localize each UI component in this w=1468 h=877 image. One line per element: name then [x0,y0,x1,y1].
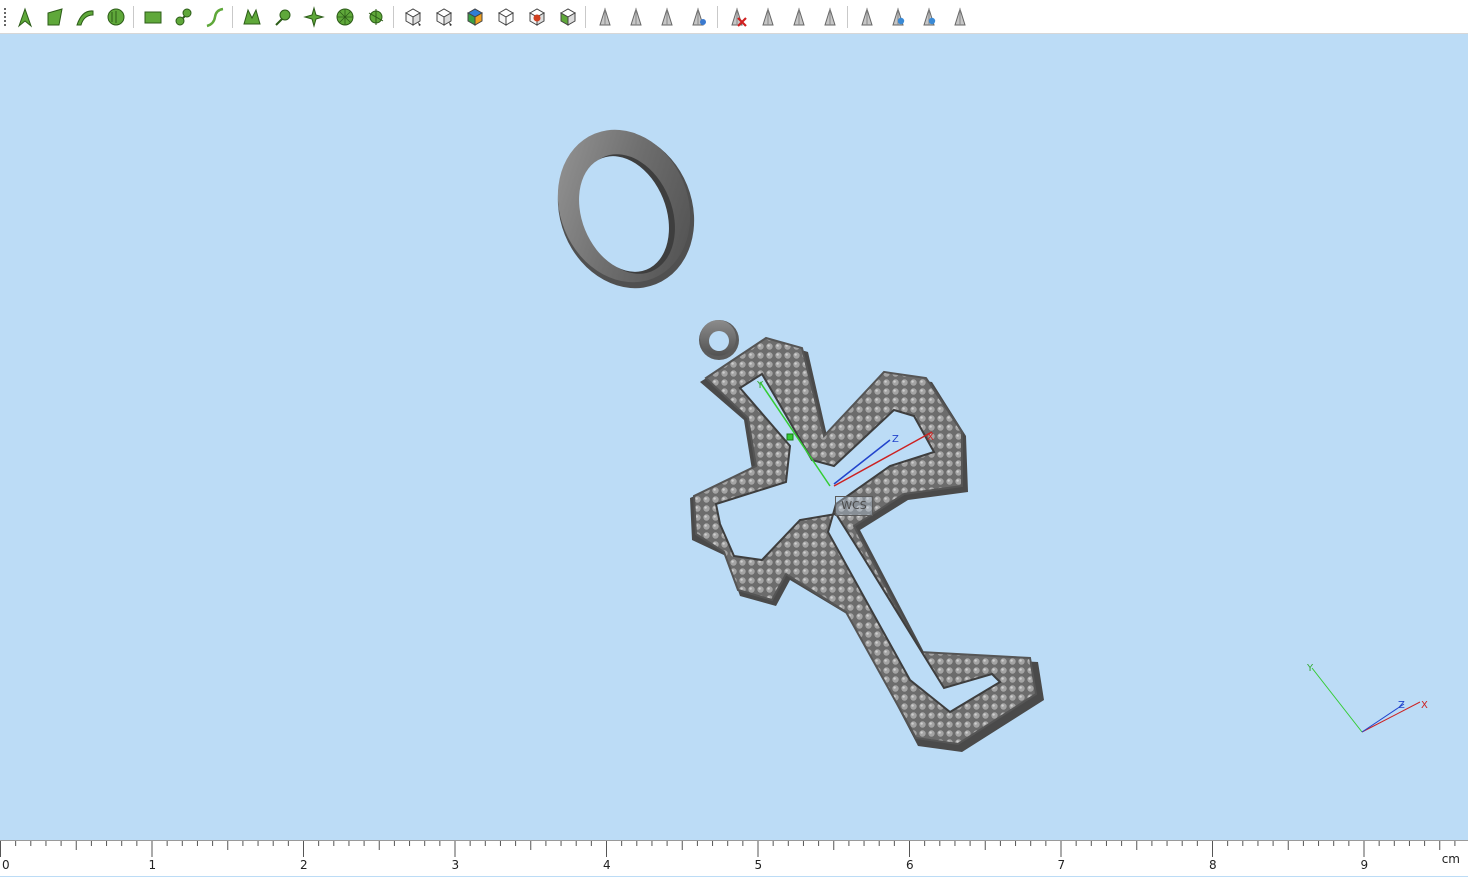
select-path-icon [206,7,224,28]
local-axis-x-label: X [927,432,934,443]
corner-axis-x-label: X [1421,700,1428,711]
ruler-label: 3 [451,858,460,872]
toolbar-separator [585,6,586,28]
select-mesh-button[interactable] [239,4,265,30]
pointer-c-button[interactable] [654,4,680,30]
ruler-label: 5 [754,858,763,872]
toolbar-separator [232,6,233,28]
box-add-icon [559,8,577,26]
corner-axis-y-label: Y [1306,663,1314,674]
ruler-label: 9 [1360,858,1369,872]
select-arrow-icon [17,7,33,28]
pointer-d-button[interactable] [685,4,711,30]
select-face-button[interactable] [42,4,68,30]
view-tool-b-button[interactable] [885,4,911,30]
grey-tool-b-icon [793,7,805,26]
bail-loop[interactable] [535,110,717,309]
select-chain-button[interactable] [171,4,197,30]
sphere-cube-icon [528,8,546,26]
pointer-a-button[interactable] [592,4,618,30]
toolbar-separator [717,6,718,28]
ruler-label: 7 [1057,858,1066,872]
scene-svg: X Y Z Y X Z [535,110,1428,752]
select-chain-icon [175,8,192,26]
delete-red-icon [731,7,747,27]
local-axis-y-label: Y [756,380,764,391]
select-pattern-icon [303,6,325,28]
ruler-ticks [0,841,1456,857]
wireframe-cube-icon [497,8,515,26]
solid-cube-icon [404,8,422,26]
select-wheel-icon [368,9,384,25]
select-lasso-icon [107,8,125,26]
pointer-a-icon [599,7,611,26]
shaded-cube-button[interactable] [431,4,457,30]
view-tool-a-icon [861,7,873,26]
ruler-label: 4 [603,858,611,872]
select-node-icon [275,9,291,26]
ruler-label: 1 [148,858,157,872]
select-mesh-icon [243,8,261,25]
view-tool-a-button[interactable] [854,4,880,30]
ruler-label: 6 [906,858,914,872]
corner-axes-indicator: Y X Z [1306,663,1428,733]
toolbar-separator [393,6,394,28]
3d-viewport[interactable]: X Y Z Y X Z [0,34,1468,840]
select-lasso-button[interactable] [103,4,129,30]
select-wheel-button[interactable] [363,4,389,30]
view-tool-d-button[interactable] [947,4,973,30]
toolbar-separator [847,6,848,28]
cross-pendant[interactable] [690,320,1044,752]
colored-cube-icon [466,8,484,26]
pointer-b-button[interactable] [623,4,649,30]
pointer-d-icon [692,7,706,26]
grey-tool-a-icon [762,7,774,26]
select-arrow-button[interactable] [12,4,38,30]
view-tool-c-icon [923,7,936,26]
toolbar-grip[interactable] [4,8,6,28]
grey-tool-a-button[interactable] [755,4,781,30]
local-axis-z-label: Z [892,434,899,445]
select-pattern-button[interactable] [301,4,327,30]
ruler-label: 2 [300,858,308,872]
grey-tool-c-button[interactable] [817,4,843,30]
wcs-label[interactable]: WCS [835,496,873,516]
shaded-cube-icon [435,8,453,26]
select-path-button[interactable] [202,4,228,30]
select-node-button[interactable] [270,4,296,30]
ruler-unit-label: cm [1441,852,1460,866]
select-circle-icon [336,8,354,26]
view-tool-c-button[interactable] [916,4,942,30]
select-rectangle-button[interactable] [140,4,166,30]
pointer-c-icon [661,7,673,26]
corner-axis-z-label: Z [1398,700,1405,711]
select-curve-button[interactable] [72,4,98,30]
pointer-b-icon [630,7,642,26]
select-curve-icon [76,10,94,26]
delete-red-button[interactable] [724,4,750,30]
grey-tool-c-icon [824,7,836,26]
grey-tool-b-button[interactable] [786,4,812,30]
select-circle-button[interactable] [332,4,358,30]
solid-cube-button[interactable] [400,4,426,30]
toolbar-separator [133,6,134,28]
select-rectangle-icon [144,11,162,24]
toolbar [0,0,1468,34]
sphere-cube-button[interactable] [524,4,550,30]
ruler-label: 0 [2,858,10,872]
select-face-icon [47,8,63,26]
wireframe-cube-button[interactable] [493,4,519,30]
box-add-button[interactable] [555,4,581,30]
colored-cube-button[interactable] [462,4,488,30]
ruler: 0 1 2 3 4 5 6 7 8 9 cm [0,840,1468,876]
view-tool-d-icon [954,7,966,26]
ruler-label: 8 [1209,858,1217,872]
view-tool-b-icon [892,7,905,26]
